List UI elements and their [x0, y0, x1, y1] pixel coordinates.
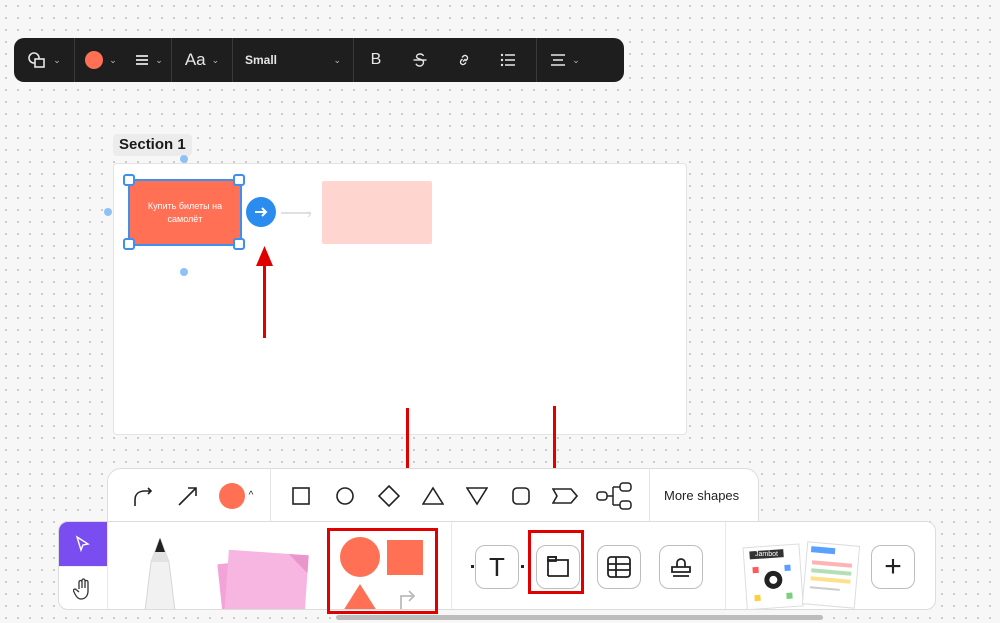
bullet-list-icon [500, 53, 515, 67]
bullet-list-button[interactable] [486, 38, 530, 82]
section-label[interactable]: Section 1 [113, 134, 192, 156]
font-size-select[interactable]: Small ⌄ [233, 38, 353, 82]
strikethrough-button[interactable] [398, 38, 442, 82]
ghost-sticky-preview[interactable] [322, 181, 432, 244]
divider [725, 522, 726, 609]
connector-dot[interactable] [180, 155, 188, 163]
curved-connector-button[interactable] [122, 474, 166, 518]
hand-tool-button[interactable] [59, 566, 107, 609]
add-more-button[interactable]: + [871, 545, 915, 589]
chevron-down-icon: ⌄ [211, 54, 220, 65]
font-button[interactable]: Aa ⌄ [172, 38, 232, 82]
mindmap-button[interactable] [587, 474, 641, 518]
connector-dot[interactable] [180, 268, 188, 276]
more-shapes-link[interactable]: More shapes [658, 488, 739, 503]
align-center-icon [551, 54, 566, 66]
divider [107, 522, 108, 609]
circle-icon [336, 486, 354, 505]
connector-dot[interactable] [104, 208, 112, 216]
table-icon [607, 556, 631, 578]
arrow-right-icon [255, 207, 268, 217]
divider [451, 522, 452, 609]
align-button[interactable]: ⌄ [537, 38, 593, 82]
plus-icon: + [884, 550, 902, 583]
text-icon: T [489, 551, 505, 582]
format-toolbar: ⌄ ⌄ ⌄ Aa ⌄ Small ⌄ B ⌄ [14, 38, 624, 82]
text-tool-button[interactable]: T [475, 545, 519, 589]
frame-tool-button[interactable] [536, 545, 580, 589]
shapes-icon [28, 52, 46, 68]
tag-shape-button[interactable] [543, 474, 587, 518]
diamond-icon [378, 484, 400, 507]
templates-tool-icon[interactable]: Jambot [741, 540, 861, 610]
resize-handle-bottom-right[interactable] [233, 238, 245, 250]
sticky-note[interactable]: Купить билеты на самолёт [130, 181, 240, 244]
diamond-shape-button[interactable] [367, 474, 411, 518]
font-icon: Aa [184, 50, 206, 69]
annotation-arrowhead-icon [256, 246, 273, 266]
square-icon [292, 486, 310, 505]
divider [270, 468, 271, 523]
shape-color-button[interactable]: ^ [210, 474, 262, 518]
font-size-value: Small [245, 53, 278, 67]
cursor-icon [75, 535, 90, 553]
chevron-down-icon: ⌄ [572, 54, 580, 65]
frame-icon [547, 556, 569, 577]
curved-arrow-icon [134, 486, 153, 506]
bold-button[interactable]: B [354, 38, 398, 82]
stamp-tool-button[interactable] [659, 545, 703, 589]
shapes-toolbar: ^ More shapes [107, 468, 759, 523]
tag-icon [552, 487, 578, 504]
menu-lines-icon [136, 55, 149, 65]
color-swatch [218, 482, 245, 509]
sticky-notes-tool-icon[interactable] [205, 538, 315, 610]
chevron-down-icon: ⌄ [333, 54, 341, 65]
circle-shape-button[interactable] [323, 474, 367, 518]
select-tool-button[interactable] [59, 522, 107, 566]
chevron-down-icon: ⌄ [155, 54, 163, 65]
text-handle-dot [521, 565, 524, 568]
pen-tool-icon[interactable] [135, 538, 185, 610]
stamp-icon [671, 558, 691, 577]
diagonal-arrow-icon [178, 486, 197, 506]
add-next-sticky-button[interactable] [246, 197, 276, 227]
link-icon [459, 54, 469, 66]
horizontal-scrollbar[interactable] [336, 615, 823, 620]
resize-handle-top-left[interactable] [123, 174, 135, 186]
text-handle-dot [471, 565, 474, 568]
templates-card-title: Jambot [755, 551, 778, 558]
chevron-down-icon: ⌄ [109, 54, 117, 65]
strikethrough-icon [413, 53, 427, 67]
bold-icon: B [370, 51, 382, 68]
chevron-down-icon: ⌄ [53, 54, 61, 65]
rounded-square-icon [512, 486, 530, 505]
color-swatch [85, 51, 104, 69]
link-button[interactable] [442, 38, 486, 82]
fill-color-button[interactable]: ⌄ [75, 38, 127, 82]
table-tool-button[interactable] [597, 545, 641, 589]
square-shape-button[interactable] [279, 474, 323, 518]
divider [649, 468, 650, 523]
shapes-tool-icon[interactable] [337, 536, 427, 610]
resize-handle-bottom-left[interactable] [123, 238, 135, 250]
inverted-triangle-icon [466, 486, 488, 506]
triangle-icon [422, 485, 444, 505]
main-toolbar: T Jambot + [58, 521, 936, 610]
triangle-shape-button[interactable] [411, 474, 455, 518]
annotation-arrow [263, 262, 266, 338]
border-style-button[interactable]: ⌄ [127, 38, 171, 82]
straight-arrow-button[interactable] [166, 474, 210, 518]
chevron-up-icon: ^ [248, 490, 254, 501]
resize-handle-top-right[interactable] [233, 174, 245, 186]
mindmap-icon [596, 481, 632, 510]
shape-type-button[interactable]: ⌄ [14, 38, 74, 82]
rounded-square-shape-button[interactable] [499, 474, 543, 518]
inverted-triangle-shape-button[interactable] [455, 474, 499, 518]
ghost-arrow-icon: › [307, 205, 312, 221]
hand-icon [73, 578, 89, 600]
